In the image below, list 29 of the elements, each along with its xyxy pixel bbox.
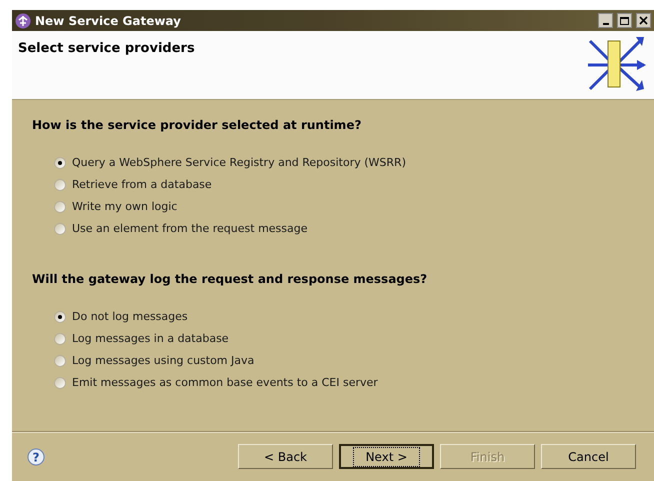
option-label[interactable]: Log messages in a database	[72, 330, 229, 348]
option-label[interactable]: Write my own logic	[72, 198, 178, 216]
wizard-button[interactable]: Cancel	[541, 444, 636, 469]
minimize-button[interactable]	[598, 13, 613, 28]
option-label[interactable]: Log messages using custom Java	[72, 352, 254, 370]
option-label[interactable]: Retrieve from a database	[72, 176, 212, 194]
wizard-button[interactable]: Next >	[339, 444, 434, 469]
radio-button[interactable]	[54, 377, 66, 389]
radio-button[interactable]	[54, 179, 66, 191]
radio-button[interactable]	[54, 223, 66, 235]
maximize-button[interactable]	[617, 13, 632, 28]
window-title: New Service Gateway	[35, 12, 182, 30]
radio-button[interactable]	[54, 157, 66, 169]
app-icon	[15, 12, 31, 28]
question-label: Will the gateway log the request and response messages?	[32, 271, 428, 288]
close-button[interactable]	[636, 13, 651, 28]
help-icon[interactable]: ?	[27, 448, 45, 466]
wizard-button[interactable]: < Back	[238, 444, 333, 469]
page-title: Select service providers	[18, 40, 195, 58]
radio-button[interactable]	[54, 333, 66, 345]
option-label[interactable]: Do not log messages	[72, 308, 188, 326]
option-label[interactable]: Query a WebSphere Service Registry and Repository (WSRR)	[72, 154, 406, 172]
radio-button[interactable]	[54, 355, 66, 367]
option-label[interactable]: Emit messages as common base events to a CEI server	[72, 374, 378, 392]
option-label[interactable]: Use an element from the request message	[72, 220, 308, 238]
close-icon	[639, 16, 648, 25]
radio-button[interactable]	[54, 311, 66, 323]
radio-button[interactable]	[54, 201, 66, 213]
question-label: How is the service provider selected at runtime?	[32, 117, 362, 134]
